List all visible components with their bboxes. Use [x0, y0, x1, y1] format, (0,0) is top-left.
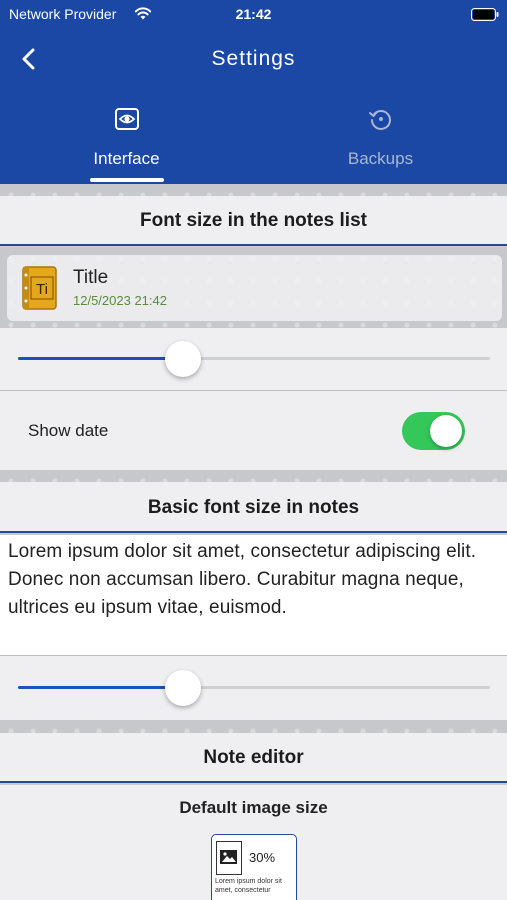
tab-label: Interface	[93, 149, 160, 168]
slider-fill	[18, 357, 183, 360]
show-date-row: Show date	[0, 391, 507, 470]
tab-interface[interactable]: Interface	[0, 90, 253, 184]
eye-icon	[115, 108, 139, 130]
show-date-toggle[interactable]	[402, 412, 465, 450]
tab-label: Backups	[347, 149, 414, 168]
show-date-label: Show date	[28, 421, 109, 440]
pattern-background	[0, 720, 507, 733]
section-header: Note editor	[0, 733, 507, 783]
navigation-bar: Settings	[0, 30, 507, 90]
page-title: Settings	[211, 47, 296, 70]
tab-backups[interactable]: Backups	[254, 90, 507, 184]
image-preview-text: Lorem ipsum dolor sit amet, consectetur	[215, 878, 282, 894]
slider-panel	[0, 656, 507, 720]
slider-thumb[interactable]	[165, 670, 201, 706]
status-bar: Network Provider 21:42	[0, 0, 507, 30]
sample-text: Lorem ipsum dolor sit amet, consectetur …	[8, 541, 477, 618]
notes-list-font-size-slider[interactable]	[18, 339, 490, 379]
slider-thumb[interactable]	[165, 341, 201, 377]
status-time: 21:42	[235, 6, 272, 22]
notes-font-size-slider[interactable]	[18, 668, 490, 708]
note-title: Title	[73, 267, 109, 288]
note-date: 12/5/2023 21:42	[73, 293, 167, 308]
note-preview-card: Ti Title 12/5/2023 21:42	[7, 255, 502, 321]
pattern-background	[0, 184, 507, 196]
slider-fill	[18, 686, 183, 689]
section-header: Basic font size in notes	[0, 482, 507, 533]
history-icon	[369, 110, 391, 130]
notebook-icon: Ti	[22, 266, 57, 310]
slider-panel	[0, 328, 507, 390]
image-size-label: Default image size	[179, 798, 328, 817]
battery-full-icon	[471, 8, 499, 21]
tab-selected-indicator	[90, 178, 164, 182]
section-header: Font size in the notes list	[0, 196, 507, 246]
tab-bar: Interface Backups	[0, 90, 507, 184]
image-size-value: 30%	[249, 850, 276, 865]
notebook-icon-text: Ti	[36, 281, 48, 298]
pattern-background	[0, 470, 507, 482]
image-size-option[interactable]: 30% Lorem ipsum dolor sit amet, consecte…	[211, 834, 297, 900]
image-icon	[216, 841, 242, 875]
toggle-knob	[430, 415, 462, 447]
